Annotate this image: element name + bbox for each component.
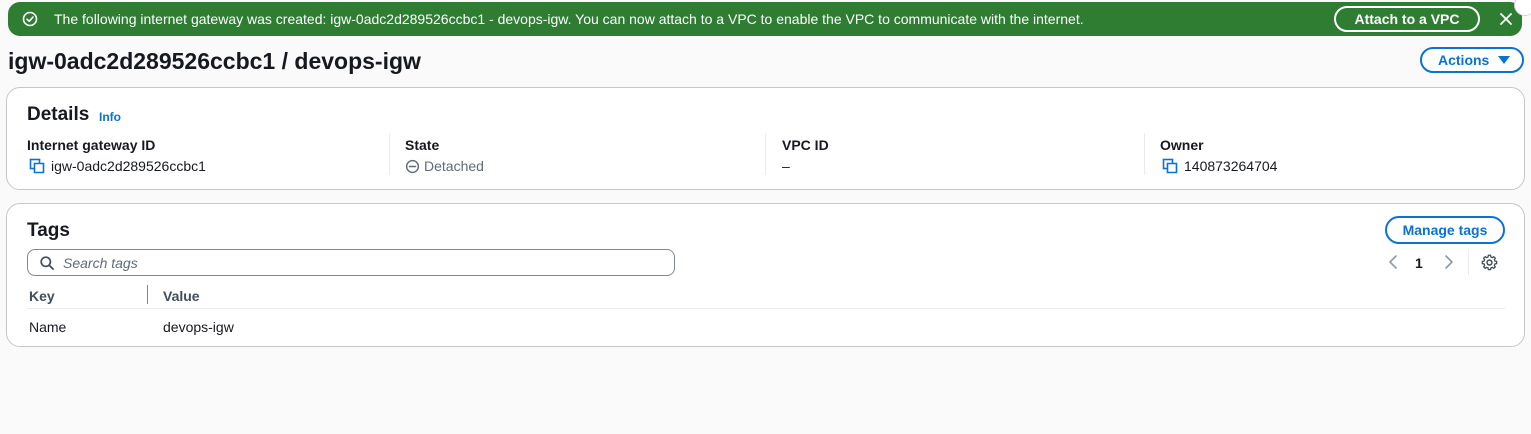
gear-icon[interactable] <box>1481 254 1498 271</box>
search-icon <box>40 256 54 270</box>
copy-icon[interactable] <box>1162 158 1178 174</box>
field-value-row: Detached <box>405 157 484 175</box>
attach-to-vpc-button[interactable]: Attach to a VPC <box>1334 6 1480 32</box>
tag-value-cell: devops-igw <box>163 319 234 335</box>
search-tags-input[interactable] <box>63 253 663 273</box>
field-label: VPC ID <box>782 137 829 153</box>
tag-key-cell: Name <box>29 319 67 335</box>
pager-divider <box>1468 249 1469 275</box>
column-divider <box>1144 133 1145 175</box>
state-value: Detached <box>424 158 484 174</box>
field-value-row: 140873264704 <box>1160 157 1277 175</box>
success-flash-banner: The following internet gateway was creat… <box>8 2 1522 36</box>
field-label: State <box>405 137 440 153</box>
copy-icon[interactable] <box>29 158 45 174</box>
close-icon[interactable] <box>1498 11 1514 27</box>
search-tags-box <box>27 249 675 276</box>
detached-status-icon <box>405 159 420 173</box>
field-label: Owner <box>1160 137 1204 153</box>
column-header-value[interactable]: Value <box>163 287 200 305</box>
info-link[interactable]: Info <box>99 110 121 124</box>
current-page-number[interactable]: 1 <box>1415 254 1423 272</box>
success-check-icon <box>22 11 38 27</box>
field-value-row: igw-0adc2d289526ccbc1 <box>27 157 206 175</box>
internet-gateway-id-value: igw-0adc2d289526ccbc1 <box>51 158 206 174</box>
details-container: Details Info Internet gateway ID igw-0ad… <box>6 87 1525 190</box>
column-resize-handle[interactable] <box>147 285 148 304</box>
tags-container: Tags Manage tags 1 Key Value Name devops… <box>6 203 1525 347</box>
internet-gateway-id-field: Internet gateway ID igw-0adc2d289526ccbc… <box>27 136 206 175</box>
column-divider <box>389 133 390 175</box>
chevron-right-icon[interactable] <box>1443 254 1455 270</box>
column-divider <box>765 133 766 175</box>
owner-field: Owner 140873264704 <box>1160 136 1277 175</box>
field-value-row: – <box>782 157 829 175</box>
chevron-left-icon[interactable] <box>1387 254 1399 270</box>
page-title: igw-0adc2d289526ccbc1 / devops-igw <box>8 48 421 74</box>
table-header-rule <box>27 308 1505 309</box>
caret-down-icon <box>1498 56 1510 64</box>
details-heading: Details <box>27 104 90 125</box>
actions-button-label: Actions <box>1438 52 1490 68</box>
state-field: State Detached <box>405 136 484 175</box>
tags-heading: Tags <box>27 220 70 241</box>
vpc-id-field: VPC ID – <box>782 136 829 175</box>
flash-message: The following internet gateway was creat… <box>54 11 1084 27</box>
vpc-id-value: – <box>782 158 790 174</box>
owner-value: 140873264704 <box>1184 158 1278 174</box>
actions-dropdown-button[interactable]: Actions <box>1420 47 1524 73</box>
field-label: Internet gateway ID <box>27 137 156 153</box>
manage-tags-button[interactable]: Manage tags <box>1385 216 1505 244</box>
column-header-key[interactable]: Key <box>29 287 55 305</box>
